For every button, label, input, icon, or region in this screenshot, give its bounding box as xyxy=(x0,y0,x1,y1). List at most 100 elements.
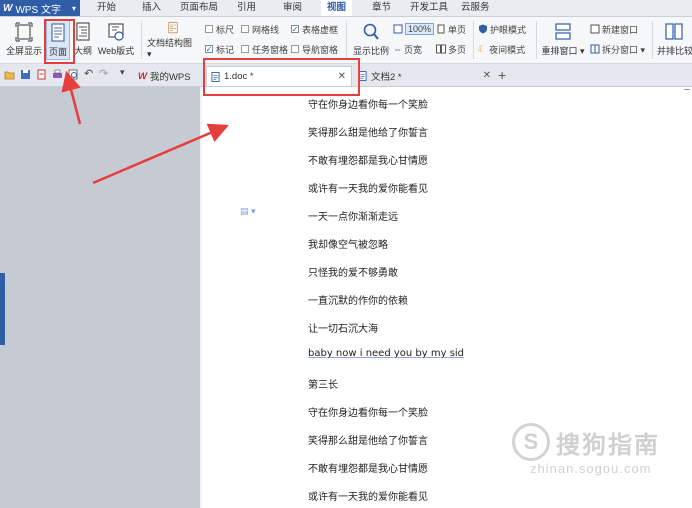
undo-icon[interactable]: ↶ xyxy=(84,67,95,80)
highlight-box-doc-tab xyxy=(203,58,360,96)
document-line[interactable]: 守在你身边看你每一个笑脸 xyxy=(308,96,428,111)
page-width-button[interactable]: ⇔ 页宽 xyxy=(393,42,422,56)
single-page-button[interactable]: 单页 xyxy=(436,22,466,36)
ruler-checkbox[interactable]: 标尺 xyxy=(205,22,234,36)
menu-cloud[interactable]: 云服务 xyxy=(461,0,490,16)
checkbox-checked-icon: ✓ xyxy=(205,44,213,54)
task-pane-checkbox[interactable]: 任务窗格 xyxy=(241,42,288,56)
close-icon[interactable]: ✕ xyxy=(483,70,491,81)
zoom-100-button[interactable]: 100% xyxy=(393,22,435,36)
sidebar-toggle-handle[interactable] xyxy=(0,273,5,345)
single-page-icon xyxy=(437,24,445,34)
menu-developer[interactable]: 开发工具 xyxy=(410,0,448,16)
menu-references[interactable]: 引用 xyxy=(237,0,256,16)
side-by-side-icon xyxy=(665,23,683,40)
print-preview-icon[interactable] xyxy=(68,69,79,80)
menu-bar: W WPS 文字 ▾ 开始 插入 页面布局 引用 审阅 视图 章节 开发工具 云… xyxy=(0,0,692,17)
redo-icon[interactable]: ↷ xyxy=(99,67,110,80)
wps-logo-icon: W xyxy=(138,70,147,82)
separator xyxy=(141,21,142,59)
page-width-icon: ⇔ xyxy=(393,44,402,54)
print-icon[interactable] xyxy=(52,69,63,80)
left-margin-area xyxy=(0,87,200,508)
separator xyxy=(473,21,474,59)
magnifier-icon xyxy=(363,23,379,40)
open-folder-icon[interactable] xyxy=(4,69,15,80)
web-layout-button[interactable]: Web版式 xyxy=(96,20,136,60)
nav-pane-checkbox[interactable]: 导航窗格 xyxy=(291,42,338,56)
separator xyxy=(346,21,347,59)
wps-logo-icon: W xyxy=(3,2,13,14)
paragraph-mark-icon[interactable]: ▤ ▾ xyxy=(240,206,256,217)
checkbox-unchecked-icon xyxy=(291,45,299,53)
watermark-cn-text: 搜狗指南 xyxy=(556,432,660,459)
export-pdf-icon[interactable] xyxy=(36,69,47,80)
document-line[interactable]: 我却像空气被忽略 xyxy=(308,236,388,251)
checkbox-unchecked-icon xyxy=(205,25,213,33)
fullscreen-button[interactable]: 全屏显示 xyxy=(6,20,42,60)
highlight-box-page-view xyxy=(44,19,75,64)
document-line[interactable]: 一天一点你渐渐走远 xyxy=(308,208,398,223)
document-line[interactable]: 笑得那么甜是他给了你誓言 xyxy=(308,124,428,139)
web-layout-icon xyxy=(108,23,124,41)
tab-my-wps[interactable]: W 我的WPS xyxy=(134,66,202,86)
rearrange-window-button[interactable]: 重排窗口 ▾ xyxy=(540,20,586,60)
new-tab-button[interactable]: + xyxy=(498,67,506,83)
doc-map-button[interactable]: 文档结构图 ▾ xyxy=(147,20,199,60)
shield-icon xyxy=(479,24,487,34)
separator xyxy=(652,21,653,59)
checkbox-unchecked-icon xyxy=(241,25,249,33)
tab-doc-2[interactable]: 文档2 * ✕ xyxy=(354,66,496,86)
app-menu-button[interactable]: W WPS 文字 ▾ xyxy=(0,0,80,16)
document-line[interactable]: 不敢有埋怨都是我心甘情愿 xyxy=(308,460,428,475)
ribbon: 全屏显示 页面 大纲 Web版式 文档结构图 ▾ 标尺 网格线 ✓ 表格虚框 ✓… xyxy=(0,17,692,64)
page-corner-mark xyxy=(684,89,690,90)
document-line[interactable]: 让一切石沉大海 xyxy=(308,320,378,335)
menu-chapter[interactable]: 章节 xyxy=(372,0,391,16)
new-window-icon xyxy=(590,24,600,34)
watermark-en-text: zhinan.sogou.com xyxy=(530,461,652,476)
split-window-button[interactable]: 拆分窗口 ▾ xyxy=(590,42,645,56)
document-line[interactable]: 一直沉默的作你的依赖 xyxy=(308,292,408,307)
checkbox-unchecked-icon xyxy=(241,45,249,53)
app-name: WPS 文字 xyxy=(15,4,62,16)
outline-button[interactable]: 大纲 xyxy=(72,20,94,60)
separator xyxy=(536,21,537,59)
eye-protect-button[interactable]: 护眼模式 xyxy=(478,22,526,36)
checkbox-checked-icon: ✓ xyxy=(291,24,299,34)
moon-icon: ☾ xyxy=(478,43,487,54)
menu-review[interactable]: 审阅 xyxy=(283,0,302,16)
split-window-icon xyxy=(590,44,600,54)
night-mode-button[interactable]: ☾ 夜间模式 xyxy=(478,42,525,56)
document-line[interactable]: 守在你身边看你每一个笑脸 xyxy=(308,404,428,419)
menu-home[interactable]: 开始 xyxy=(97,0,116,16)
menu-insert[interactable]: 插入 xyxy=(142,0,161,16)
document-line[interactable]: 笑得那么甜是他给了你誓言 xyxy=(308,432,428,447)
document-line[interactable]: 只怪我的爱不够勇敢 xyxy=(308,264,398,279)
document-line[interactable]: 第三长 xyxy=(308,376,338,391)
windows-stack-icon xyxy=(555,23,571,40)
document-line[interactable]: 或许有一天我的爱你能看见 xyxy=(308,488,428,503)
new-window-button[interactable]: 新建窗口 xyxy=(590,22,638,36)
table-gridlines-checkbox[interactable]: ✓ 表格虚框 xyxy=(291,22,338,36)
outline-icon xyxy=(76,22,90,41)
document-line[interactable]: baby now i need you by my sid xyxy=(308,348,464,359)
gridlines-checkbox[interactable]: 网格线 xyxy=(241,22,279,36)
fullscreen-icon xyxy=(15,22,33,42)
chevron-down-icon[interactable]: ▾ xyxy=(120,67,131,78)
watermark: S 搜狗指南 zhinan.sogou.com xyxy=(512,423,682,483)
document-line[interactable]: 不敢有埋怨都是我心甘情愿 xyxy=(308,152,428,167)
sogou-logo-icon: S xyxy=(512,423,550,461)
side-by-side-button[interactable]: 并排比较 xyxy=(657,20,692,60)
doc-map-icon xyxy=(168,22,178,34)
save-icon[interactable] xyxy=(20,69,31,80)
zoom-button[interactable]: 显示比例 xyxy=(351,20,391,60)
zoom-page-icon xyxy=(393,24,403,34)
multi-page-button[interactable]: 多页 xyxy=(436,42,466,56)
document-line[interactable]: 或许有一天我的爱你能看见 xyxy=(308,180,428,195)
chevron-down-icon: ▾ xyxy=(71,3,76,13)
menu-page-layout[interactable]: 页面布局 xyxy=(180,0,218,16)
marks-checkbox[interactable]: ✓ 标记 xyxy=(205,42,234,56)
menu-view[interactable]: 视图 xyxy=(321,0,353,16)
multi-page-icon xyxy=(436,44,446,54)
